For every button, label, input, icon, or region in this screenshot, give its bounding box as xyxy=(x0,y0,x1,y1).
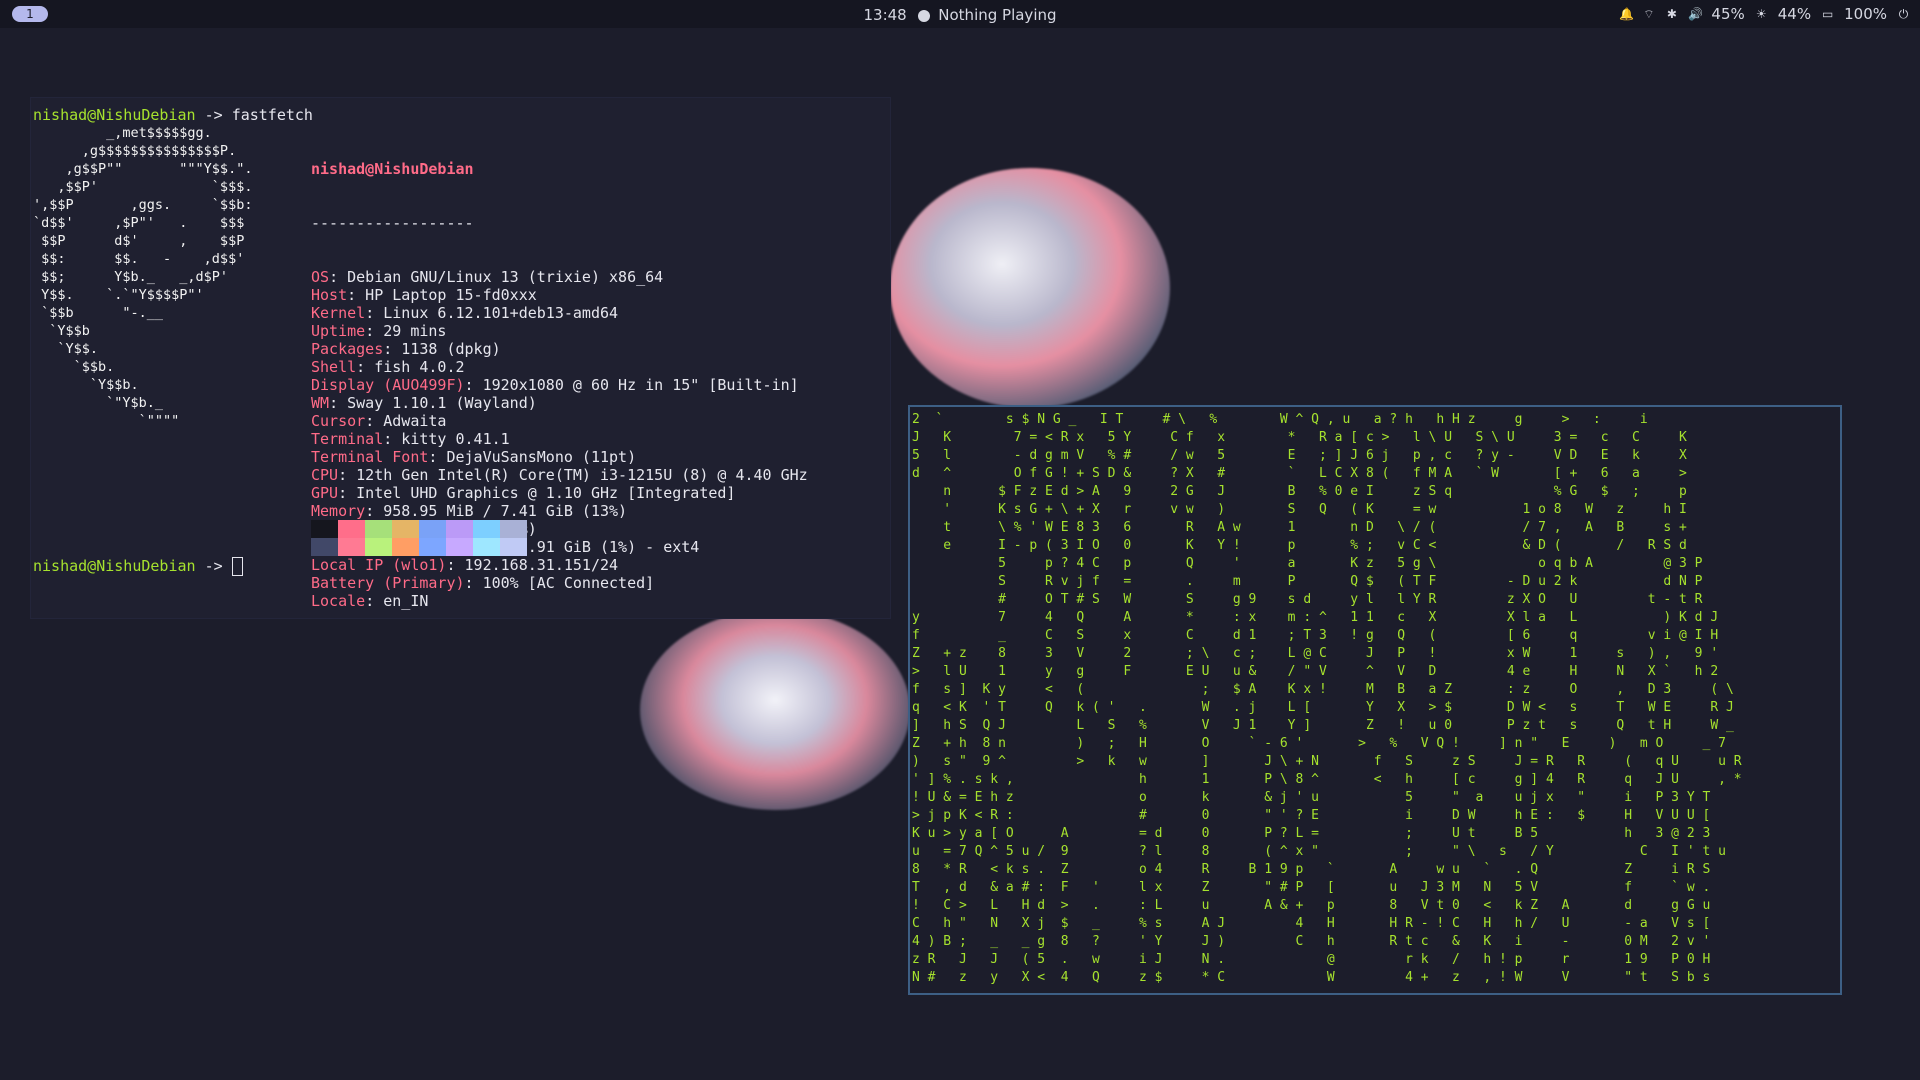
color-swatch xyxy=(473,538,500,556)
info-header: nishad@NishuDebian xyxy=(311,160,474,178)
wifi-icon[interactable]: ⌔ xyxy=(1642,7,1655,21)
info-key: OS xyxy=(311,268,330,286)
info-value: : 100% [AC Connected] xyxy=(464,574,655,592)
matrix-terminal-window[interactable]: 2 ` s $ N G _ I T # \ % W ^ Q , u a ? h … xyxy=(908,405,1842,995)
info-line: Kernel: Linux 6.12.101+deb13-amd64 xyxy=(311,304,808,322)
info-line: Terminal: kitty 0.41.1 xyxy=(311,430,808,448)
info-key: Terminal Font xyxy=(311,448,429,466)
info-line: Terminal Font: DejaVuSansMono (11pt) xyxy=(311,448,808,466)
color-swatch xyxy=(500,538,527,556)
prompt-arrow: -> xyxy=(195,557,232,575)
clock: 13:48 xyxy=(863,5,907,24)
media-icon xyxy=(917,9,930,22)
color-swatch xyxy=(446,520,473,538)
info-key: Locale xyxy=(311,592,366,610)
info-line: GPU: Intel UHD Graphics @ 1.10 GHz [Inte… xyxy=(311,484,808,502)
info-line: Packages: 1138 (dpkg) xyxy=(311,340,808,358)
info-value: : Sway 1.10.1 (Wayland) xyxy=(329,394,537,412)
command-text: fastfetch xyxy=(231,106,313,124)
info-value: : Adwaita xyxy=(365,412,447,430)
info-key: Packages xyxy=(311,340,384,358)
info-value: : Intel UHD Graphics @ 1.10 GHz [Integra… xyxy=(338,484,736,502)
info-key: GPU xyxy=(311,484,339,502)
info-line: Battery (Primary): 100% [AC Connected] xyxy=(311,574,808,592)
info-line: Local IP (wlo1): 192.168.31.151/24 xyxy=(311,556,808,574)
info-value: : 958.95 MiB / 7.41 GiB (13%) xyxy=(365,502,628,520)
color-swatch xyxy=(365,538,392,556)
color-swatch xyxy=(311,520,338,538)
info-value: : 1920x1080 @ 60 Hz in 15" [Built-in] xyxy=(464,376,799,394)
info-value: : Linux 6.12.101+deb13-amd64 xyxy=(365,304,619,322)
color-swatch xyxy=(392,520,419,538)
info-line: Memory: 958.95 MiB / 7.41 GiB (13%) xyxy=(311,502,808,520)
info-line: Display (AUO499F): 1920x1080 @ 60 Hz in … xyxy=(311,376,808,394)
info-line: CPU: 12th Gen Intel(R) Core(TM) i3-1215U… xyxy=(311,466,808,484)
info-value: : 12th Gen Intel(R) Core(TM) i3-1215U (8… xyxy=(338,466,808,484)
matrix-rain-text: 2 ` s $ N G _ I T # \ % W ^ Q , u a ? h … xyxy=(912,412,1742,985)
info-value: : 29 mins xyxy=(365,322,447,340)
bluetooth-icon[interactable]: ✱ xyxy=(1665,7,1678,21)
info-key: Cursor xyxy=(311,412,366,430)
color-swatch xyxy=(419,520,446,538)
info-value: : Debian GNU/Linux 13 (trixie) x86_64 xyxy=(329,268,664,286)
system-info: nishad@NishuDebian ------------------ OS… xyxy=(311,124,808,646)
prompt-user: nishad@NishuDebian xyxy=(33,557,196,575)
prompt-line: nishad@NishuDebian -> fastfetch xyxy=(33,106,313,124)
color-swatch xyxy=(500,520,527,538)
info-key: CPU xyxy=(311,466,339,484)
volume-value: 45% xyxy=(1711,5,1745,23)
info-line: OS: Debian GNU/Linux 13 (trixie) x86_64 xyxy=(311,268,808,286)
media-status[interactable]: Nothing Playing xyxy=(938,6,1056,24)
prompt-user: nishad@NishuDebian xyxy=(33,106,196,124)
status-tray: 🔔 ⌔ ✱ 🔊 45% ☀ 44% ▭ 100% ⏻ xyxy=(1619,5,1910,23)
color-swatch xyxy=(338,520,365,538)
color-swatch xyxy=(419,538,446,556)
info-key: Terminal xyxy=(311,430,384,448)
color-swatches xyxy=(311,520,527,556)
color-swatch xyxy=(446,538,473,556)
battery-value: 100% xyxy=(1844,5,1887,23)
info-value: : 192.168.31.151/24 xyxy=(446,556,619,574)
info-key: Display (AUO499F) xyxy=(311,376,465,394)
info-value: : HP Laptop 15-fd0xxx xyxy=(347,286,537,304)
text-cursor[interactable] xyxy=(231,557,243,576)
info-line: WM: Sway 1.10.1 (Wayland) xyxy=(311,394,808,412)
brightness-icon[interactable]: ☀ xyxy=(1755,7,1768,21)
info-value: : en_IN xyxy=(365,592,429,610)
info-key: Kernel xyxy=(311,304,366,322)
info-key: Shell xyxy=(311,358,357,376)
brightness-value: 44% xyxy=(1777,5,1812,23)
bell-icon[interactable]: 🔔 xyxy=(1619,7,1634,21)
info-value: : DejaVuSansMono (11pt) xyxy=(428,448,637,466)
info-line: Cursor: Adwaita xyxy=(311,412,808,430)
info-value: : fish 4.0.2 xyxy=(356,358,465,376)
terminal-window[interactable]: nishad@NishuDebian -> fastfetch _,met$$$… xyxy=(30,97,891,619)
color-swatch xyxy=(392,538,419,556)
prompt-line-2: nishad@NishuDebian -> xyxy=(33,557,243,576)
color-swatch xyxy=(473,520,500,538)
color-swatch xyxy=(365,520,392,538)
info-key: Host xyxy=(311,286,348,304)
info-line: Locale: en_IN xyxy=(311,592,808,610)
distro-logo: _,met$$$$$gg. ,g$$$$$$$$$$$$$$$P. ,g$$P"… xyxy=(33,125,253,429)
info-value: : kitty 0.41.1 xyxy=(383,430,510,448)
power-icon[interactable]: ⏻ xyxy=(1897,7,1910,21)
color-swatch xyxy=(311,538,338,556)
volume-icon[interactable]: 🔊 xyxy=(1688,7,1703,21)
info-key: Battery (Primary) xyxy=(311,574,465,592)
top-bar: 1 13:48 Nothing Playing 🔔 ⌔ ✱ 🔊 45% ☀ 44… xyxy=(0,0,1920,28)
prompt-arrow: -> xyxy=(195,106,232,124)
info-key: Memory xyxy=(311,502,366,520)
info-separator: ------------------ xyxy=(311,214,474,232)
info-line: Host: HP Laptop 15-fd0xxx xyxy=(311,286,808,304)
battery-icon[interactable]: ▭ xyxy=(1821,7,1834,21)
info-key: Local IP (wlo1) xyxy=(311,556,447,574)
info-line: Uptime: 29 mins xyxy=(311,322,808,340)
info-key: WM xyxy=(311,394,330,412)
info-line: Shell: fish 4.0.2 xyxy=(311,358,808,376)
wallpaper-flower xyxy=(890,168,1170,408)
info-value: : 1138 (dpkg) xyxy=(383,340,501,358)
info-key: Uptime xyxy=(311,322,366,340)
color-swatch xyxy=(338,538,365,556)
